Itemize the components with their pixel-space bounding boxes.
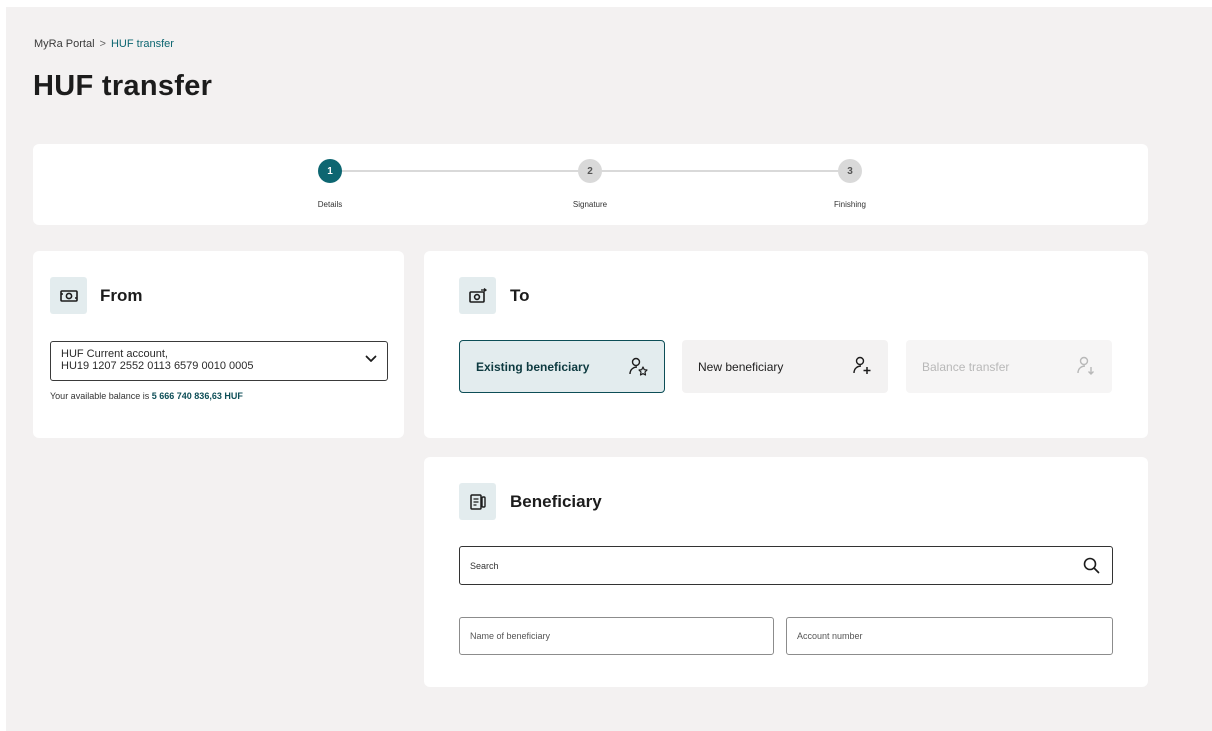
beneficiary-card: Beneficiary Search Name of beneficiary A… [424, 457, 1148, 687]
from-account-select[interactable]: HUF Current account, HU19 1207 2552 0113… [50, 341, 388, 381]
step-connector-1 [341, 170, 583, 172]
new-beneficiary-button[interactable]: New beneficiary [682, 340, 888, 393]
user-down-icon [1076, 355, 1098, 380]
search-placeholder: Search [470, 560, 499, 571]
page-title: HUF transfer [33, 70, 213, 102]
balance-prefix: Your available balance is [50, 391, 150, 401]
page: MyRa Portal > HUF transfer HUF transfer 1 … [6, 7, 1212, 731]
from-account-name: HUF Current account, [61, 348, 168, 360]
from-card: From HUF Current account, HU19 1207 2552… [33, 251, 404, 438]
step-2-label: Signature [572, 200, 608, 209]
user-plus-icon [852, 355, 874, 380]
breadcrumb-separator: > [99, 38, 106, 50]
breadcrumb-current: HUF transfer [110, 38, 174, 50]
step-1-circle: 1 [318, 159, 342, 183]
balance-transfer-label: Balance transfer [922, 359, 1010, 374]
balance-transfer-button[interactable]: Balance transfer [906, 340, 1112, 393]
existing-beneficiary-button[interactable]: Existing beneficiary [459, 340, 665, 393]
from-account-number: HU19 1207 2552 0113 6579 0010 0005 [61, 360, 254, 372]
breadcrumb: MyRa Portal > HUF transfer [34, 38, 174, 50]
step-3-circle: 3 [838, 159, 862, 183]
stepper-card: 1 Details 2 Signature 3 Finishing [33, 144, 1148, 225]
existing-beneficiary-label: Existing beneficiary [476, 359, 590, 374]
search-icon[interactable] [1083, 557, 1100, 576]
user-star-icon [628, 356, 650, 381]
banknote-transfer-icon [459, 277, 496, 314]
document-card-icon [459, 483, 496, 520]
step-connector-2 [600, 170, 842, 172]
from-title: From [100, 286, 143, 305]
beneficiary-name-placeholder: Name of beneficiary [470, 631, 551, 641]
beneficiary-name-field[interactable]: Name of beneficiary [459, 617, 774, 655]
beneficiary-title: Beneficiary [510, 492, 602, 511]
chevron-down-icon [365, 354, 377, 366]
to-title: To [510, 286, 530, 305]
account-number-field[interactable]: Account number [786, 617, 1113, 655]
beneficiary-search-input[interactable]: Search [459, 546, 1113, 585]
new-beneficiary-label: New beneficiary [698, 359, 784, 374]
banknote-icon [50, 277, 87, 314]
breadcrumb-root[interactable]: MyRa Portal [34, 38, 95, 50]
step-2-circle: 2 [578, 159, 602, 183]
to-card: To Existing beneficiary New beneficiary … [424, 251, 1148, 438]
balance-value: 5 666 740 836,63 HUF [151, 391, 243, 401]
available-balance: Your available balance is 5 666 740 836,… [50, 391, 243, 401]
account-number-placeholder: Account number [797, 631, 863, 641]
step-1-label: Details [317, 200, 343, 209]
step-3-label: Finishing [833, 200, 867, 209]
